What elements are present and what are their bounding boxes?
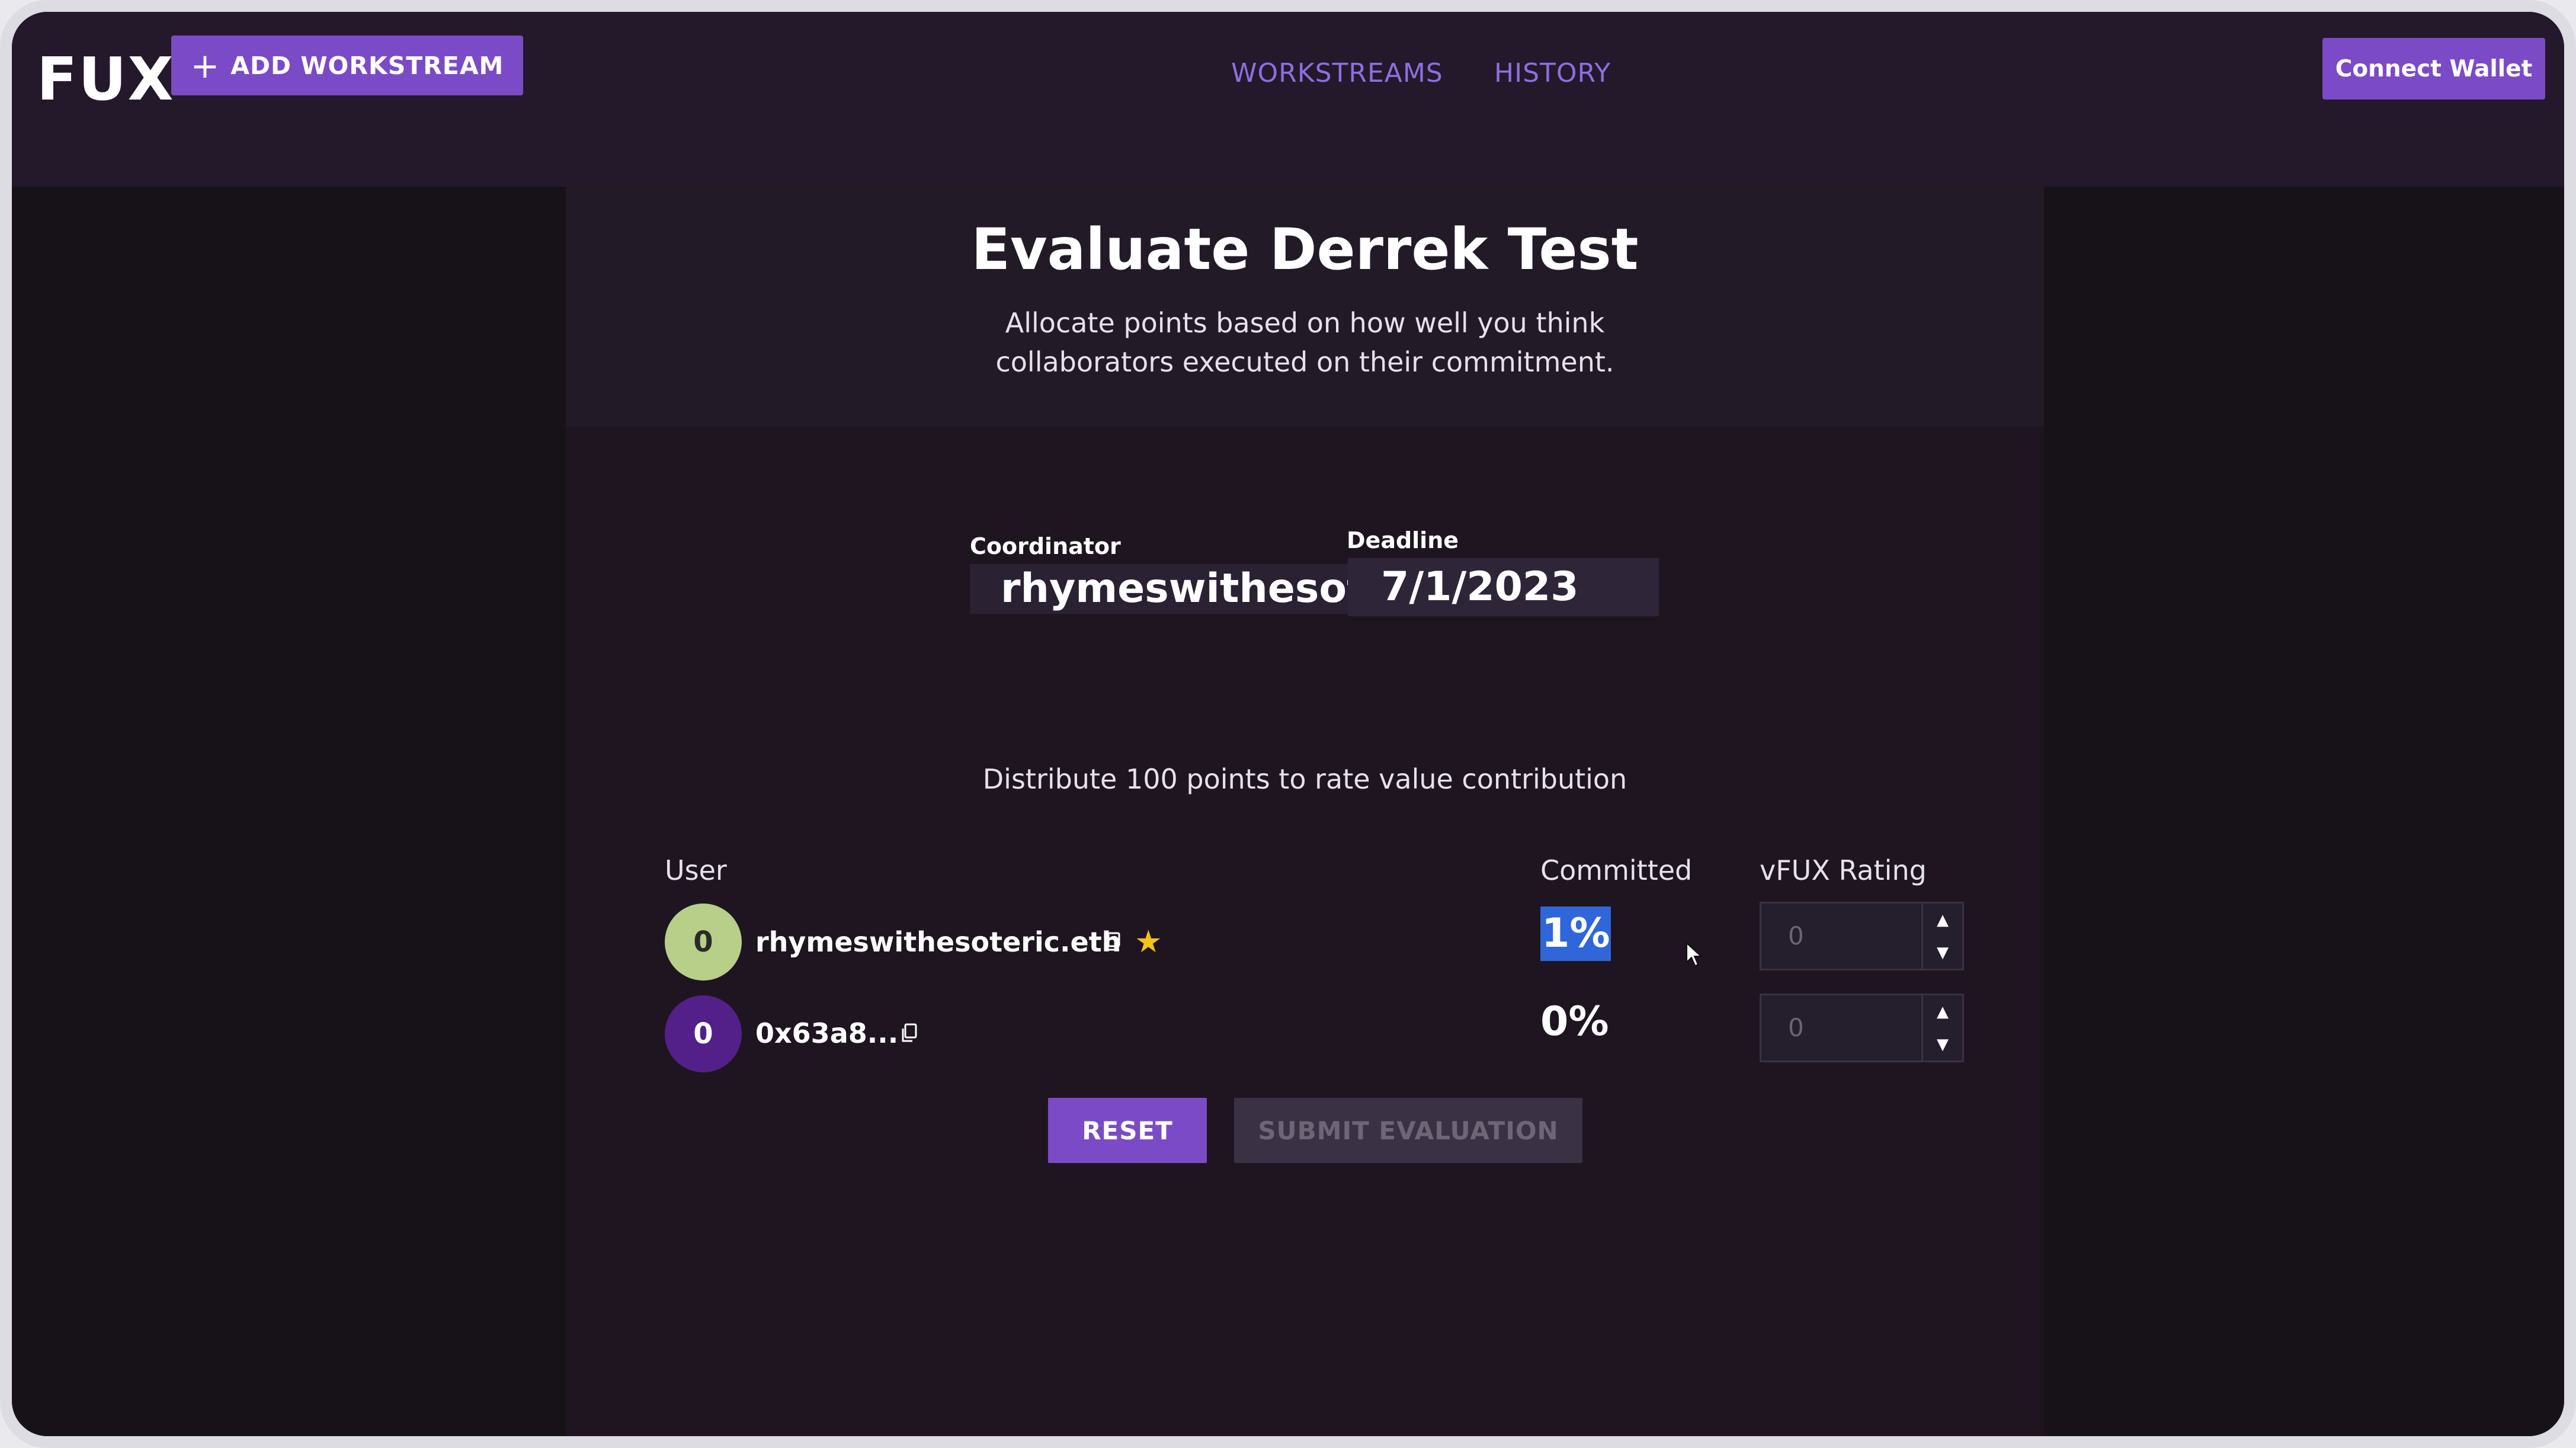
page-subtitle: Allocate points based on how well you th… bbox=[566, 303, 2044, 382]
avatar: 0 bbox=[665, 995, 742, 1072]
avatar: 0 bbox=[665, 904, 742, 981]
column-header-committed: Committed bbox=[1540, 854, 1693, 886]
chevron-up-icon[interactable]: ▲ bbox=[1923, 995, 1962, 1028]
copy-icon[interactable] bbox=[1104, 932, 1120, 952]
add-workstream-label: ADD WORKSTREAM bbox=[230, 51, 504, 80]
coordinator-field: rhymeswithesoteric.eth bbox=[970, 564, 1348, 614]
add-workstream-button[interactable]: + ADD WORKSTREAM bbox=[171, 36, 523, 95]
connect-wallet-button[interactable]: Connect Wallet bbox=[2322, 38, 2545, 100]
committed-value: 0% bbox=[1540, 998, 1609, 1045]
reset-button[interactable]: RESET bbox=[1048, 1098, 1207, 1163]
subtitle-line-1: Allocate points based on how well you th… bbox=[1005, 307, 1605, 339]
mouse-cursor-icon bbox=[1686, 942, 1703, 967]
star-icon: ★ bbox=[1135, 924, 1162, 960]
nav-workstreams[interactable]: WORKSTREAMS bbox=[1231, 58, 1443, 88]
rating-value: 0 bbox=[1788, 1013, 1804, 1042]
chevron-down-icon[interactable]: ▼ bbox=[1923, 936, 1962, 969]
plus-icon: + bbox=[190, 45, 220, 86]
app-window: FUX + ADD WORKSTREAM WORKSTREAMS HISTORY… bbox=[0, 0, 2576, 1448]
vfux-rating-input[interactable]: 0 ▲ ▼ bbox=[1760, 994, 1964, 1062]
rating-stepper[interactable]: ▲ ▼ bbox=[1921, 995, 1962, 1061]
copy-icon[interactable] bbox=[901, 1023, 917, 1043]
column-header-user: User bbox=[665, 854, 727, 886]
deadline-label: Deadline bbox=[1347, 527, 1459, 553]
deadline-field: 7/1/2023 bbox=[1348, 558, 1659, 616]
rating-value: 0 bbox=[1788, 921, 1804, 950]
user-name: rhymeswithesoteric.eth bbox=[755, 926, 1122, 958]
chevron-up-icon[interactable]: ▲ bbox=[1923, 904, 1962, 936]
fux-logo[interactable]: FUX bbox=[37, 44, 175, 114]
page-title: Evaluate Derrek Test bbox=[971, 216, 1639, 283]
vfux-rating-input[interactable]: 0 ▲ ▼ bbox=[1760, 902, 1964, 970]
chevron-down-icon[interactable]: ▼ bbox=[1923, 1028, 1962, 1061]
distribute-instructions: Distribute 100 points to rate value cont… bbox=[982, 763, 1627, 795]
nav-history[interactable]: HISTORY bbox=[1494, 58, 1611, 88]
right-gutter bbox=[2044, 187, 2564, 1436]
submit-evaluation-button[interactable]: SUBMIT EVALUATION bbox=[1234, 1098, 1582, 1163]
rating-stepper[interactable]: ▲ ▼ bbox=[1921, 904, 1962, 969]
subtitle-line-2: collaborators executed on their commitme… bbox=[995, 346, 1614, 378]
user-name: 0x63a8... bbox=[755, 1017, 899, 1049]
coordinator-label: Coordinator bbox=[970, 533, 1121, 559]
committed-value: 1% bbox=[1540, 906, 1611, 961]
left-gutter bbox=[12, 187, 566, 1436]
column-header-vfux-rating: vFUX Rating bbox=[1760, 854, 1927, 886]
top-navbar: FUX + ADD WORKSTREAM WORKSTREAMS HISTORY… bbox=[12, 12, 2564, 187]
